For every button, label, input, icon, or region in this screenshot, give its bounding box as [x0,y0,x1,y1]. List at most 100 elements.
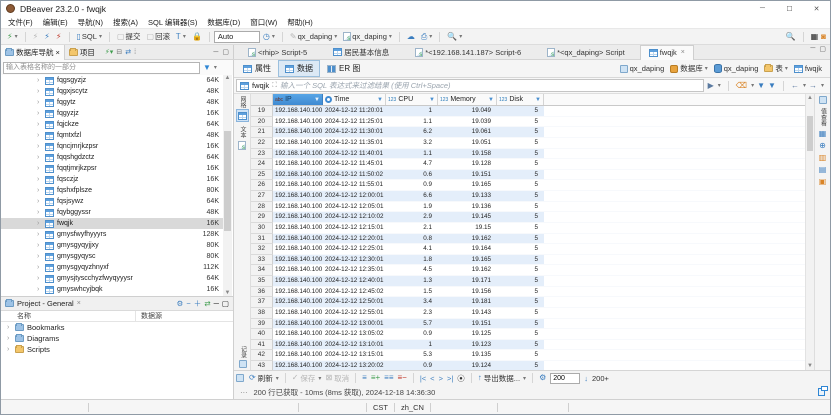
editor-tab[interactable]: 居民基本信息 [322,45,404,60]
delete-row-icon[interactable]: ≡− [396,373,409,383]
table-tree-item[interactable]: › fqjckze 64K [1,119,223,130]
expand-arrow-icon[interactable]: › [37,242,45,249]
dbeaver-perspective-icon[interactable]: ◙ [821,32,826,42]
new-connection-button[interactable]: ⚡ ▾ [4,32,21,42]
project-tree-item[interactable]: › Bookmarks [1,322,233,333]
table-tree-item[interactable]: › fwqjk 16K [1,218,223,229]
add-row-icon[interactable]: ≡+ [369,373,382,383]
table-tree-item[interactable]: › fqncjmrjkzpsr 16K [1,141,223,152]
expand-arrow-icon[interactable]: › [37,154,45,161]
refresh-button[interactable]: ⟳ 刷新 ▾ [247,373,281,384]
commit-mode-select[interactable]: Auto [213,30,260,43]
grid-row[interactable]: 38 192.168.140.100 2024-12-12 12:55:01 2… [251,307,805,319]
grid-row[interactable]: 36 192.168.140.100 2024-12-12 12:45:02 1… [251,286,805,298]
fetch-more-button[interactable]: 200+ [590,374,611,383]
grid-row[interactable]: 34 192.168.140.100 2024-12-12 12:35:01 4… [251,265,805,276]
breadcrumb-item[interactable]: 表 ▾ [762,63,790,74]
navigator-scrollbar[interactable]: ▲ ▼ [223,75,232,296]
expand-arrow-icon[interactable]: › [37,77,45,84]
grid-row[interactable]: 19 192.168.140.100 2024-12-12 11:20:01 1… [251,106,805,117]
nav-new-connection-icon[interactable]: ⚡▾ [105,48,113,56]
nav-link-icon[interactable]: ⇄ [125,48,131,56]
nav-back-caret[interactable]: ▾ [803,82,806,89]
settings-gear-icon[interactable]: ⚙ [537,373,548,383]
goto-row-icon[interactable]: ⦿ [455,373,467,384]
grid-row[interactable]: 29 192.168.140.100 2024-12-12 12:10:02 2… [251,212,805,223]
expand-arrow-icon[interactable]: › [37,88,45,95]
new-sql-editor-button[interactable]: ▯ SQL ▾ [74,32,105,42]
grid-row[interactable]: 40 192.168.140.100 2024-12-12 13:05:02 0… [251,329,805,340]
close-button[interactable]: ✕ [803,1,830,16]
quick-search-icon[interactable]: 🔍 [786,32,796,42]
menu-item[interactable]: 数据库(D) [202,17,245,28]
table-tree-item[interactable]: › fqshxfplsze 80K [1,185,223,196]
sql-filter-input[interactable] [280,81,700,90]
table-tree-item[interactable]: › fqsjsywz 64K [1,196,223,207]
disconnect-button[interactable]: ⚡ [30,32,42,42]
minimize-button[interactable]: ─ [749,1,776,16]
clipboard-icon[interactable] [818,386,828,396]
expand-arrow-icon[interactable]: › [37,253,45,260]
table-tree-item[interactable]: › fqgyzjz 16K [1,108,223,119]
next-row-icon[interactable]: > [437,374,445,383]
expand-arrow-icon[interactable]: › [37,264,45,271]
expand-arrow-icon[interactable]: › [37,198,45,205]
nav-forward-caret[interactable]: ▾ [821,82,824,89]
transaction-log-button[interactable]: ◷ ▾ [260,32,278,42]
editor-minimize-icon[interactable]: ─ [810,45,815,59]
filters-menu-icon[interactable]: ▼ [768,81,776,90]
grid-row[interactable]: 26 192.168.140.100 2024-12-12 11:55:01 0… [251,180,805,191]
grid-scrollbar[interactable]: ▲ ▼ [805,94,814,370]
grid-row[interactable]: 20 192.168.140.100 2024-12-12 11:25:01 1… [251,116,805,128]
value-viewer-icon[interactable] [818,96,828,105]
references-panel-icon[interactable]: ▣ [818,177,828,186]
expand-arrow-icon[interactable]: › [7,324,15,331]
grid-row[interactable]: 43 192.168.140.100 2024-12-12 13:20:02 0… [251,361,805,370]
editor-tab[interactable]: *<192.168.141.187> Script-6 [404,45,536,60]
editor-tab[interactable]: <rhip> Script-5 [237,45,322,60]
tab-projects[interactable]: 项目 [65,45,99,60]
grid-row[interactable]: 39 192.168.140.100 2024-12-12 13:00:01 5… [251,318,805,330]
grid-row[interactable]: 41 192.168.140.100 2024-12-12 13:10:01 1… [251,339,805,351]
expand-arrow-icon[interactable]: › [37,165,45,172]
nav-minimize-icon[interactable]: ─ [213,49,218,56]
expand-arrow-icon[interactable]: › [37,187,45,194]
grid-row[interactable]: 25 192.168.140.100 2024-12-12 11:50:02 0… [251,169,805,181]
grid-row[interactable]: 32 192.168.140.100 2024-12-12 12:25:01 4… [251,244,805,255]
transaction-mode-button[interactable]: Ꭲ ▾ [173,32,189,42]
nav-forward-icon[interactable]: → [809,81,817,90]
perspective-icon[interactable]: ▦ [811,32,819,42]
project-maximize-icon[interactable]: ▢ [222,299,229,308]
reconnect-button[interactable]: ⚡ [41,32,53,42]
last-row-icon[interactable]: >| [445,374,455,383]
column-header-cpu[interactable]: 123 CPU ▼ [386,94,438,105]
breadcrumb-item[interactable]: 数据库 ▾ [668,63,710,74]
project-tree-item[interactable]: › Scripts [1,344,233,355]
menu-item[interactable]: 文件(F) [3,17,38,28]
menu-item[interactable]: 导航(N) [73,17,108,28]
expand-filter-icon[interactable]: ⛶ [272,82,277,90]
tab-data[interactable]: 数据 [278,60,320,77]
expand-arrow-icon[interactable]: › [37,99,45,106]
table-tree-item[interactable]: › fqqtjmrjkzpsr 16K [1,163,223,174]
table-tree-item[interactable]: › fqgytz 48K [1,97,223,108]
expand-arrow-icon[interactable]: › [37,121,45,128]
expand-arrow-icon[interactable]: › [37,209,45,216]
project-tree-item[interactable]: › Diagrams [1,333,233,344]
table-tree-item[interactable]: › fqsczjz 16K [1,174,223,185]
clear-filter-caret[interactable]: ▾ [751,82,754,89]
grid-row[interactable]: 22 192.168.140.100 2024-12-12 11:35:01 3… [251,137,805,149]
text-presentation-toggle[interactable]: 文本 [236,126,249,152]
table-tree-item[interactable]: › fqgxjscytz 48K [1,86,223,97]
grid-scroll-up-icon[interactable]: ▲ [806,95,814,101]
copy-row-icon[interactable]: ≡≡ [382,373,395,383]
close-navigator-tab-icon[interactable]: × [56,48,60,57]
add-filter-icon[interactable]: ▼ [757,81,765,90]
close-project-panel-icon[interactable]: × [77,300,81,307]
nav-menu-icon[interactable]: ⁞ [134,49,136,56]
apply-filter-icon[interactable]: ▶ [708,81,714,90]
expand-arrow-icon[interactable]: › [37,110,45,117]
expand-arrow-icon[interactable]: › [37,286,45,293]
menu-item[interactable]: SQL 编辑器(S) [143,17,202,28]
table-tree-item[interactable]: › fqqshgdzctz 64K [1,152,223,163]
